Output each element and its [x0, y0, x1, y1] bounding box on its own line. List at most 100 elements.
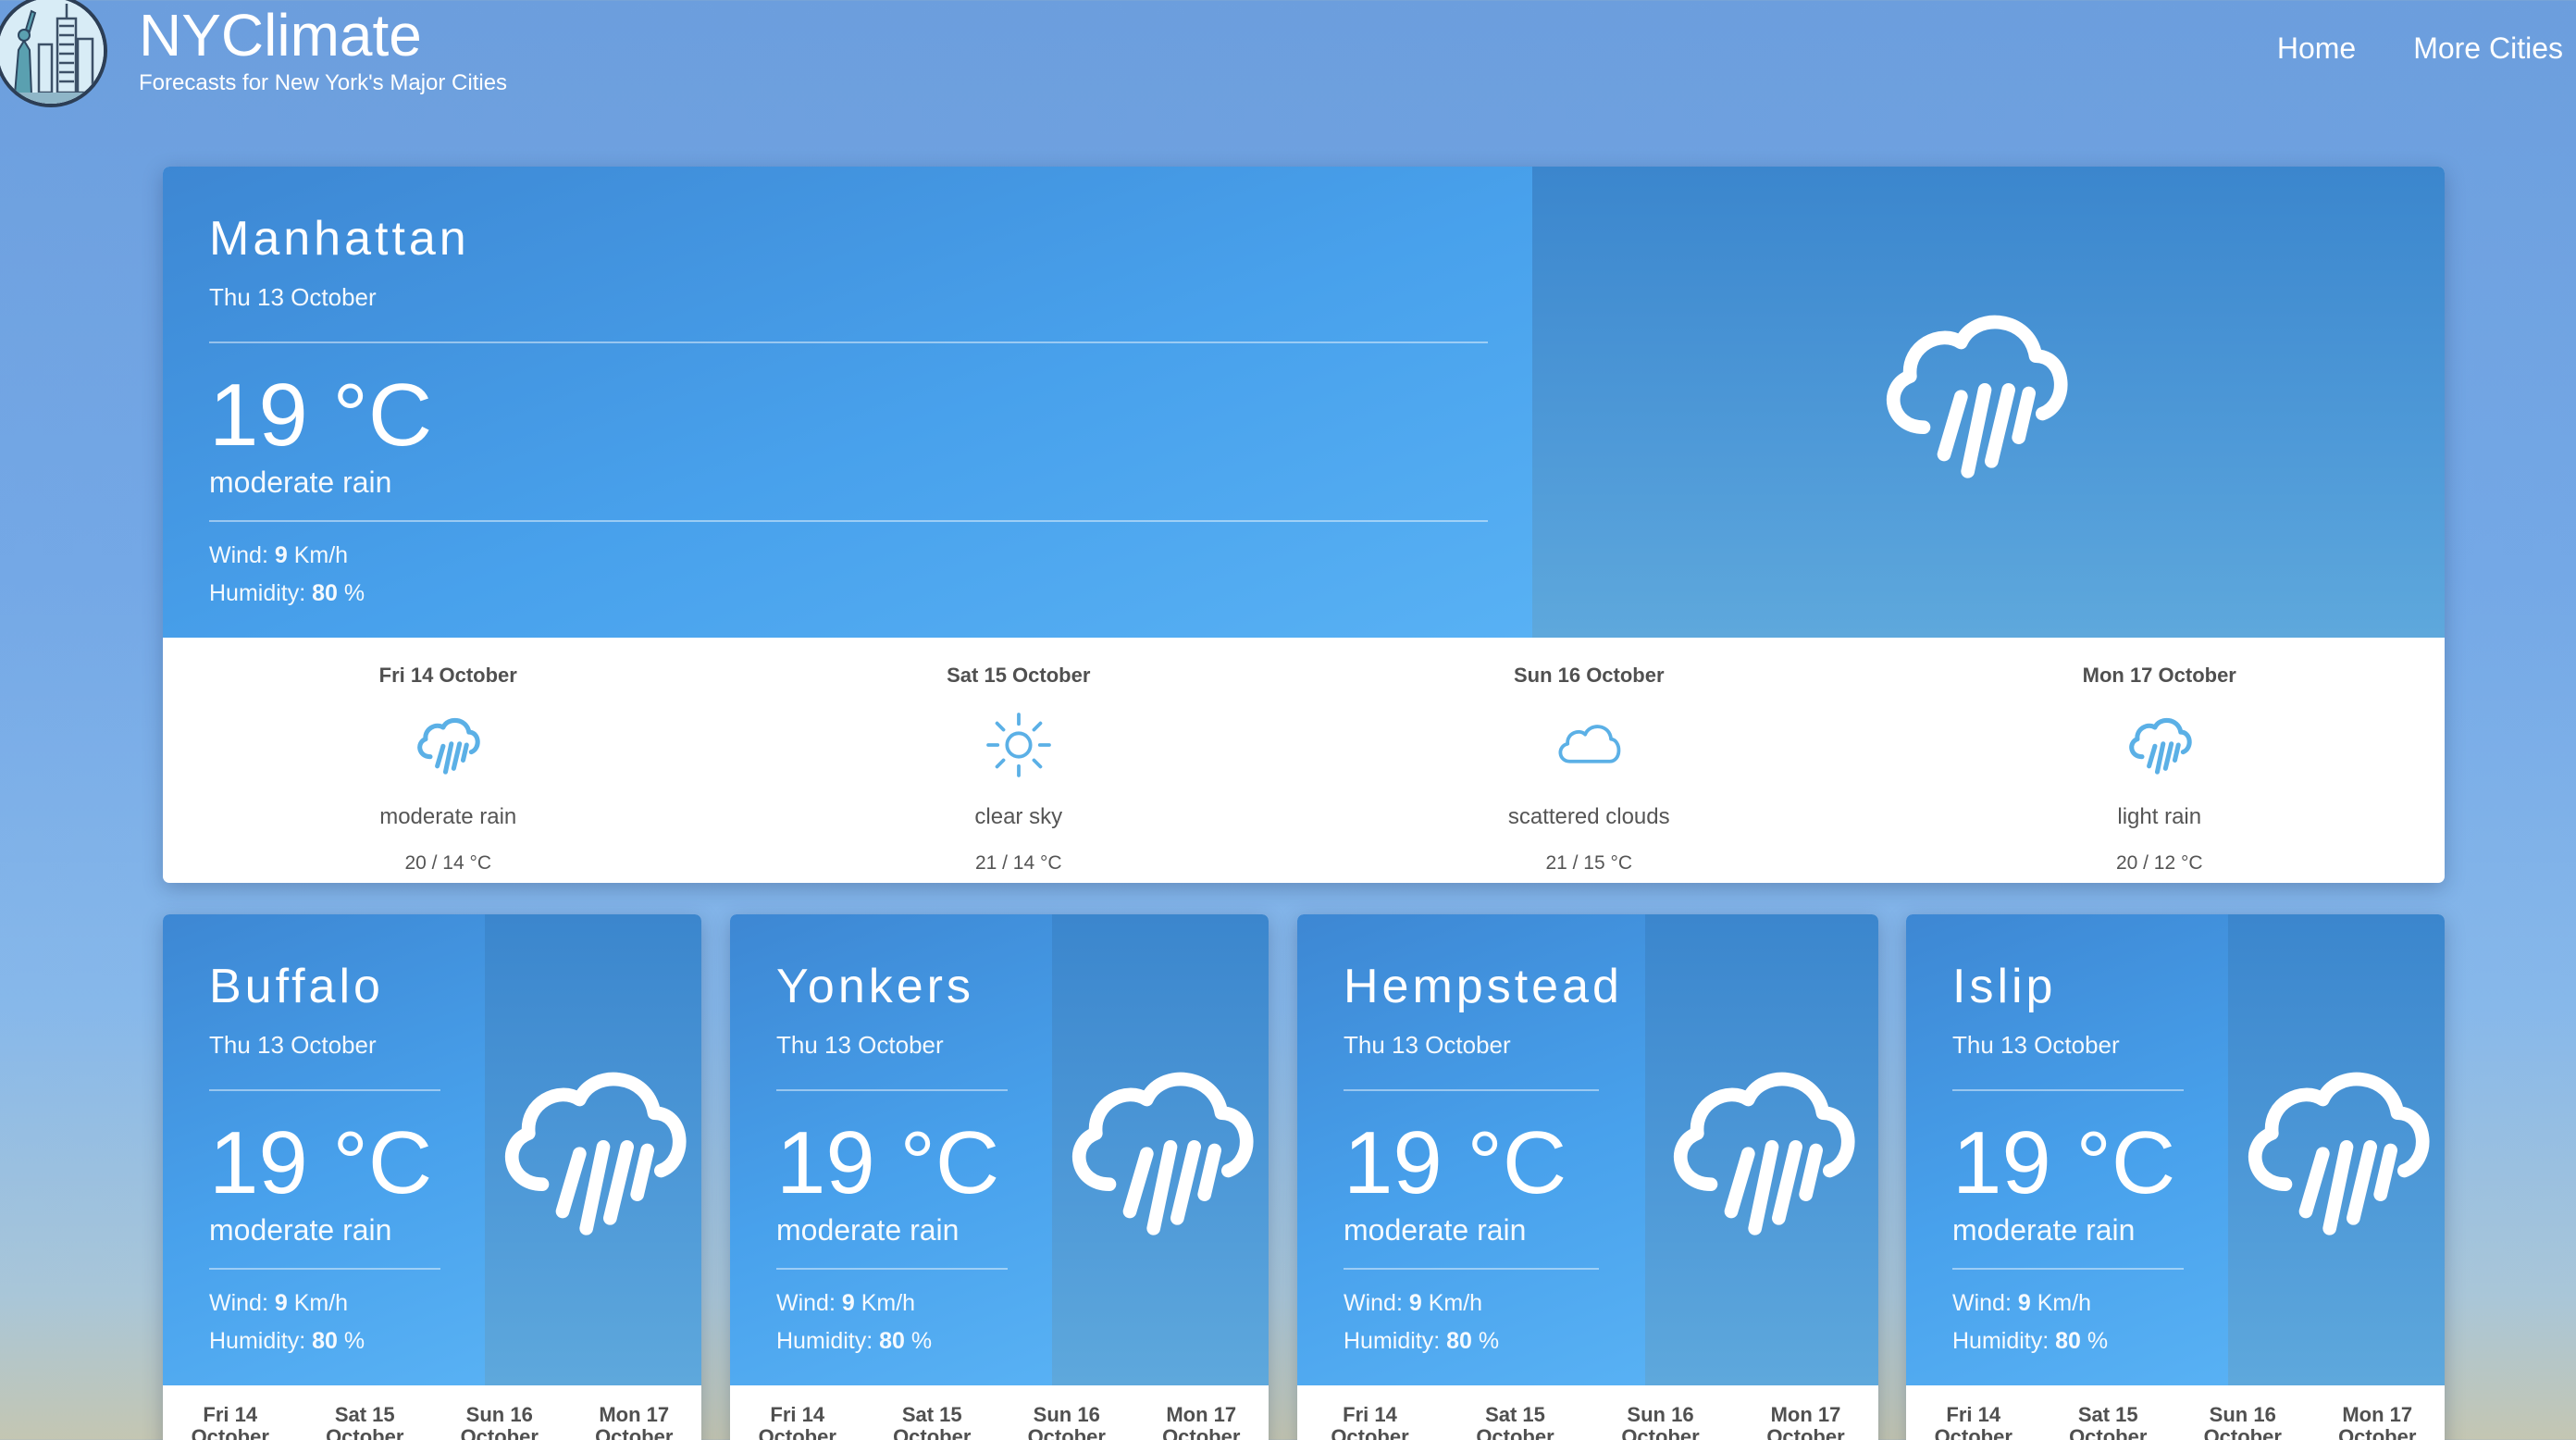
cloud-rain-icon [2124, 710, 2195, 780]
daily-forecast: Fri 14 October Sat 15 October Sun 16 Octobe… [163, 1385, 701, 1440]
divider [209, 520, 1488, 522]
weather-details: Wind: 9 Km/h Humidity: 80 % [776, 1285, 1052, 1360]
current-weather-panel: Yonkers Thu 13 October 19 °C moderate ra… [730, 914, 1052, 1385]
city-card-hempstead[interactable]: Hempstead Thu 13 October 19 °C moderate … [1297, 914, 1878, 1440]
forecast-day[interactable]: Sun 16 October [999, 1385, 1134, 1440]
humidity-info: Humidity: 80 % [209, 1328, 365, 1354]
forecast-day[interactable]: Mon 17 October light rain 20 / 12 °C [1875, 664, 2446, 883]
city-name: Hempstead [1344, 960, 1623, 1013]
city-card-yonkers[interactable]: Yonkers Thu 13 October 19 °C moderate ra… [730, 914, 1269, 1440]
forecast-day[interactable]: Fri 14 October [163, 1385, 298, 1440]
cloud-rain-icon [491, 1049, 695, 1252]
current-weather-panel: Islip Thu 13 October 19 °C moderate rain… [1906, 914, 2228, 1385]
site-logo[interactable] [0, 0, 107, 107]
sun-icon [984, 710, 1054, 780]
cloud-rain-icon [413, 710, 483, 780]
wind-info: Wind: 9 Km/h [1952, 1290, 2092, 1316]
forecast-condition: scattered clouds [1507, 804, 1670, 829]
forecast-temperature: 21 / 14 °C [974, 852, 1062, 874]
cloud-rain-icon [1873, 292, 2076, 495]
cloud-rain-icon [1059, 1049, 1262, 1252]
current-condition: moderate rain [776, 1213, 960, 1247]
forecast-day[interactable]: Fri 14 October moderate rain 20 / 14 °C [163, 664, 734, 883]
nav-more-cities-link[interactable]: More Cities [2413, 31, 2563, 66]
site-subtitle: Forecasts for New York's Major Cities [139, 70, 508, 95]
forecast-condition: clear sky [974, 804, 1063, 829]
humidity-info: Humidity: 80 % [1952, 1328, 2109, 1354]
current-condition: moderate rain [209, 1213, 392, 1247]
forecast-condition: light rain [2117, 804, 2202, 829]
forecast-day[interactable]: Mon 17 October [2310, 1385, 2446, 1440]
forecast-day[interactable]: Sat 15 October [865, 1385, 1000, 1440]
city-name: Buffalo [209, 960, 384, 1013]
weather-details: Wind: 9 Km/h Humidity: 80 % [1344, 1285, 1645, 1360]
weather-art-panel [2228, 914, 2445, 1385]
current-condition: moderate rain [1344, 1213, 1527, 1247]
city-card-islip[interactable]: Islip Thu 13 October 19 °C moderate rain… [1906, 914, 2445, 1440]
wind-info: Wind: 9 Km/h [209, 1290, 349, 1316]
divider [1952, 1268, 2184, 1270]
forecast-day[interactable]: Sun 16 October [1588, 1385, 1733, 1440]
divider [209, 1268, 440, 1270]
forecast-temperature: 21 / 15 °C [1545, 852, 1633, 874]
divider [209, 341, 1488, 343]
weather-art-panel [1645, 914, 1878, 1385]
forecast-day[interactable]: Fri 14 October [1297, 1385, 1443, 1440]
forecast-day[interactable]: Mon 17 October [1733, 1385, 1878, 1440]
current-temperature: 19 °C [209, 366, 433, 465]
forecast-temperature: 20 / 12 °C [2115, 852, 2203, 874]
weather-details: Wind: 9 Km/h Humidity: 80 % [209, 1285, 485, 1360]
daily-forecast: Fri 14 October moderate rain 20 / 14 °C … [163, 638, 2445, 883]
divider [1952, 1089, 2184, 1091]
forecast-condition: moderate rain [379, 804, 517, 829]
forecast-day[interactable]: Mon 17 October [567, 1385, 702, 1440]
current-condition: moderate rain [1952, 1213, 2136, 1247]
forecast-date: Mon 17 October [2082, 664, 2236, 687]
divider [209, 1089, 440, 1091]
city-card-buffalo[interactable]: Buffalo Thu 13 October 19 °C moderate ra… [163, 914, 701, 1440]
weather-art-panel [1532, 167, 2445, 638]
current-temperature: 19 °C [1344, 1113, 1567, 1212]
forecast-temperature: 20 / 14 °C [404, 852, 492, 874]
forecast-day[interactable]: Sun 16 October [2175, 1385, 2310, 1440]
top-nav: Home More Cities [2277, 31, 2563, 66]
daily-forecast: Fri 14 October Sat 15 October Sun 16 Octobe… [1297, 1385, 1878, 1440]
weather-art-panel [485, 914, 701, 1385]
forecast-day[interactable]: Sun 16 October [432, 1385, 567, 1440]
forecast-date: Fri 14 October [378, 664, 517, 687]
current-temperature: 19 °C [1952, 1113, 2176, 1212]
current-weather-panel: Manhattan Thu 13 October 19 °C moderate … [163, 167, 1532, 638]
current-condition: moderate rain [209, 466, 392, 499]
current-date: Thu 13 October [776, 1031, 944, 1059]
cloud-icon [1554, 710, 1624, 780]
forecast-day[interactable]: Fri 14 October [730, 1385, 865, 1440]
daily-forecast: Fri 14 October Sat 15 October Sun 16 Octobe… [730, 1385, 1269, 1440]
site-title[interactable]: NYClimate [139, 2, 507, 68]
wind-info: Wind: 9 Km/h [1344, 1290, 1483, 1316]
humidity-info: Humidity: 80 % [209, 580, 365, 606]
daily-forecast: Fri 14 October Sat 15 October Sun 16 Octobe… [1906, 1385, 2445, 1440]
nav-home-link[interactable]: Home [2277, 31, 2356, 66]
cloud-rain-icon [1660, 1049, 1864, 1252]
weather-details: Wind: 9 Km/h Humidity: 80 % [1952, 1285, 2228, 1360]
current-weather-panel: Buffalo Thu 13 October 19 °C moderate ra… [163, 914, 485, 1385]
forecast-day[interactable]: Fri 14 October [1906, 1385, 2041, 1440]
current-date: Thu 13 October [1952, 1031, 2120, 1059]
cloud-rain-icon [2235, 1049, 2438, 1252]
wind-info: Wind: 9 Km/h [776, 1290, 916, 1316]
humidity-info: Humidity: 80 % [776, 1328, 933, 1354]
current-date: Thu 13 October [209, 283, 377, 311]
forecast-day[interactable]: Sun 16 October scattered clouds 21 / 15 … [1304, 664, 1875, 883]
forecast-day[interactable]: Sat 15 October [2041, 1385, 2176, 1440]
divider [776, 1268, 1008, 1270]
forecast-day[interactable]: Sat 15 October [298, 1385, 433, 1440]
current-weather-panel: Hempstead Thu 13 October 19 °C moderate … [1297, 914, 1645, 1385]
city-name: Islip [1952, 960, 2057, 1013]
featured-city-card: Manhattan Thu 13 October 19 °C moderate … [163, 167, 2445, 883]
forecast-date: Sun 16 October [1513, 664, 1665, 687]
forecast-day[interactable]: Mon 17 October [1134, 1385, 1269, 1440]
forecast-day[interactable]: Sat 15 October [1443, 1385, 1588, 1440]
forecast-day[interactable]: Sat 15 October clear sky 21 / 14 °C [734, 664, 1305, 883]
divider [776, 1089, 1008, 1091]
weather-art-panel [1052, 914, 1269, 1385]
